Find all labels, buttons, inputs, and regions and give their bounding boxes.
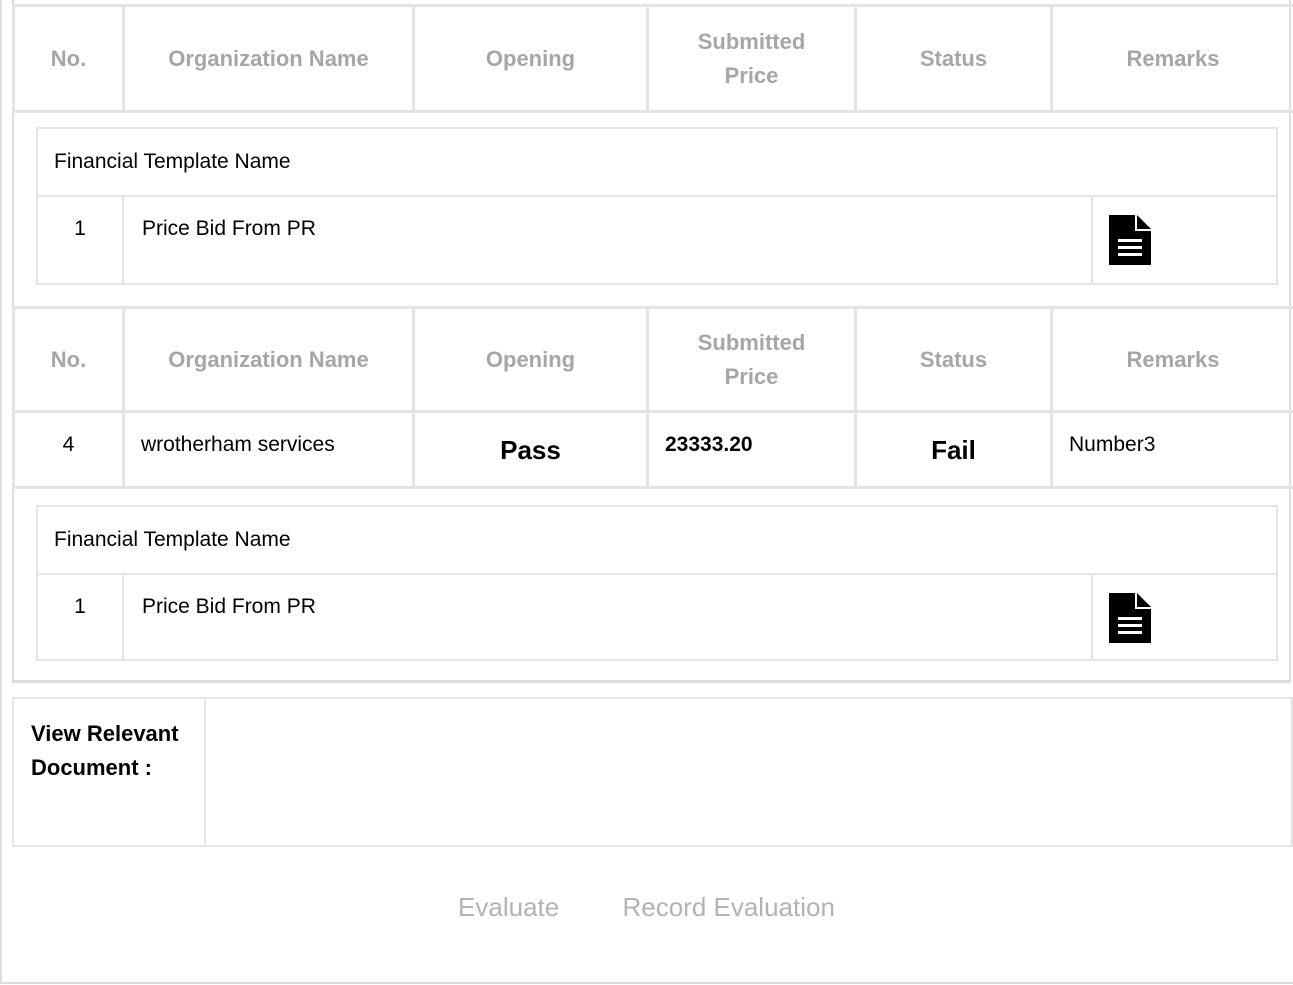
financial-template-row: 1 Price Bid From PR xyxy=(38,575,1276,661)
financial-document-cell xyxy=(1091,575,1277,661)
column-header-status: Status xyxy=(854,306,1053,413)
document-icon[interactable] xyxy=(1109,215,1151,265)
view-relevant-document-label: View Relevant Document : xyxy=(14,699,206,845)
organization-name: wrotherham services xyxy=(122,410,415,489)
column-header-submitted-price: Submitted Price xyxy=(646,306,857,413)
bid-number: 4 xyxy=(12,410,125,489)
financial-template-name: Price Bid From PR xyxy=(142,595,316,618)
financial-template-title: Financial Template Name xyxy=(38,129,1276,197)
financial-template-block: Financial Template Name 1 Price Bid From… xyxy=(36,127,1278,285)
financial-template-row: 1 Price Bid From PR xyxy=(38,197,1276,283)
submitted-price: 23333.20 xyxy=(646,410,857,489)
action-bar: Evaluate Record Evaluation xyxy=(0,892,1293,923)
document-icon[interactable] xyxy=(1109,593,1151,643)
financial-template-name: Price Bid From PR xyxy=(142,217,316,240)
column-header-submitted-price: Submitted Price xyxy=(646,4,857,113)
remarks: Number3 xyxy=(1050,410,1293,489)
financial-row-number: 1 xyxy=(38,575,124,661)
column-header-no: No. xyxy=(12,4,125,113)
column-header-no: No. xyxy=(12,306,125,413)
opening-result: Pass xyxy=(412,410,649,489)
status-result: Fail xyxy=(854,410,1053,489)
column-header-opening: Opening xyxy=(412,306,649,413)
table-row: 4 wrotherham services Pass 23333.20 Fail… xyxy=(12,410,1293,489)
column-header-status: Status xyxy=(854,4,1053,113)
column-header-remarks: Remarks xyxy=(1050,4,1293,113)
bid-header-table: No. Organization Name Opening Submitted … xyxy=(12,4,1293,113)
financial-template-block: Financial Template Name 1 Price Bid From… xyxy=(36,505,1278,661)
column-header-remarks: Remarks xyxy=(1050,306,1293,413)
financial-row-number: 1 xyxy=(38,197,124,283)
column-header-opening: Opening xyxy=(412,4,649,113)
bid-results-table: No. Organization Name Opening Submitted … xyxy=(12,306,1293,489)
evaluate-button[interactable]: Evaluate xyxy=(458,892,559,922)
column-header-organization-name: Organization Name xyxy=(122,4,415,113)
financial-document-cell xyxy=(1091,197,1277,283)
column-header-organization-name: Organization Name xyxy=(122,306,415,413)
view-relevant-document-section: View Relevant Document : xyxy=(12,697,1293,847)
financial-template-title: Financial Template Name xyxy=(38,507,1276,575)
record-evaluation-button[interactable]: Record Evaluation xyxy=(622,892,834,922)
